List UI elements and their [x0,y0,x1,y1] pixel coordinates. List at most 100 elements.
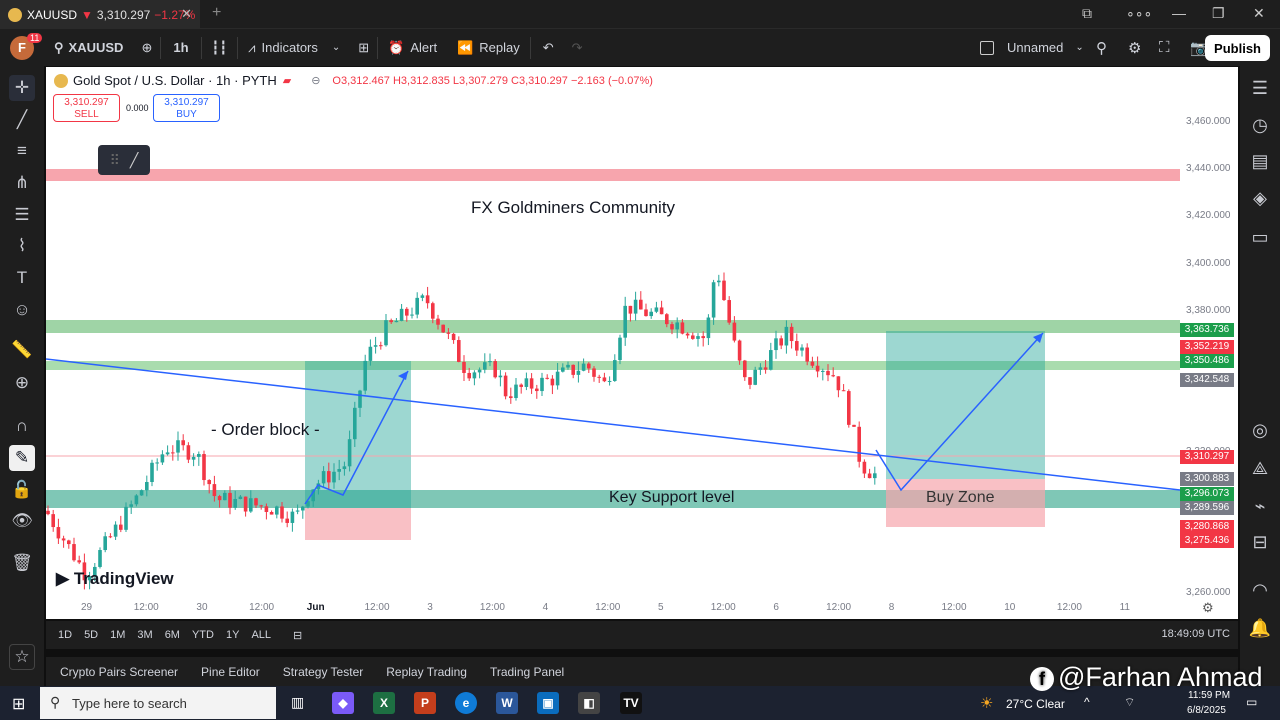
signal-icon[interactable]: ◠ [1248,578,1272,602]
order-block-annotation[interactable]: - Order block - [211,420,320,440]
chart-area[interactable]: Gold Spot / U.S. Dollar · 1h · PYTH ▰ ⊖ … [46,67,1238,619]
notification-center-icon[interactable]: ▭ [1246,695,1257,709]
horizontal-lines-icon[interactable]: ≡ [9,138,35,164]
streams-icon[interactable]: ⌁ [1248,494,1272,518]
sell-button[interactable]: 3,310.297 SELL [53,94,120,122]
ideas-icon[interactable]: ⟁ [1248,456,1272,480]
chart-type-button[interactable]: ┇┇ [202,29,238,66]
ruler-icon[interactable]: 📏 [9,337,35,363]
excel-icon[interactable]: X [373,692,395,714]
lock-icon[interactable]: 🔓 [9,477,35,503]
trash-icon[interactable]: 🗑 [9,550,35,576]
more-icon[interactable]: ∘∘∘ [1126,5,1152,22]
compare-button[interactable]: ⊕ [133,29,160,66]
period-1m[interactable]: 1M [110,629,125,641]
windows-start-icon[interactable]: ⊞ [12,694,25,714]
crosshair-icon[interactable]: ✛ [9,75,35,101]
pattern-icon[interactable]: ⌇ [9,233,35,259]
indicators-button[interactable]: ⩘ Indicators ⌄ [238,29,350,66]
date-range-icon[interactable]: ⊟ [293,629,302,642]
draw-mode-icon[interactable]: ✎ [9,445,35,471]
calendar-icon[interactable]: ⊟ [1248,530,1272,554]
candle-body [368,346,373,361]
candle-body [269,511,274,515]
buy-button[interactable]: 3,310.297 BUY [153,94,220,122]
tab-replay-trading[interactable]: Replay Trading [386,665,467,679]
period-1d[interactable]: 1D [58,629,72,641]
period-all[interactable]: ALL [251,629,271,641]
settings-icon[interactable]: ⚙ [1128,29,1141,66]
period-6m[interactable]: 6M [165,629,180,641]
chart-title-annotation[interactable]: FX Goldminers Community [471,198,675,218]
edge-icon[interactable]: e [455,692,477,714]
period-ytd[interactable]: YTD [192,629,214,641]
publish-button[interactable]: Publish [1205,35,1270,61]
target-icon[interactable]: ◎ [1248,418,1272,442]
replay-button[interactable]: ⏪ Replay [447,29,530,66]
floating-drawing-toolbar[interactable]: ⠿ ╱ [98,145,150,175]
app-icon[interactable]: ◧ [578,692,600,714]
layout-icon[interactable]: ⧉ [1082,5,1092,22]
layers-icon[interactable]: ◈ [1248,186,1272,210]
eye-icon[interactable]: 👁 [9,508,35,534]
avatar[interactable]: F 11 [0,29,44,66]
collapse-icon[interactable]: ⊖ [311,74,320,87]
new-tab-icon[interactable]: + [212,4,221,22]
candle-body [732,322,737,341]
minimize-icon[interactable]: — [1172,5,1186,21]
star-icon[interactable]: ☆ [9,644,35,670]
tab-strategy-tester[interactable]: Strategy Tester [283,665,363,679]
chat-icon[interactable]: ▭ [1248,225,1272,249]
trendline-icon[interactable]: ╱ [9,107,35,133]
taskbar-search[interactable]: ⚲ Type here to search [40,687,276,719]
network-icon[interactable]: ⌔ [1124,695,1135,710]
store-icon[interactable]: ▣ [537,692,559,714]
clock-icon[interactable]: ◷ [1248,113,1272,137]
undo-button[interactable]: ↶ [531,29,566,66]
tray-chevron-icon[interactable]: ^ [1084,695,1090,709]
candle-body [701,336,705,339]
layout-selector[interactable]: Unnamed ⌄ [980,29,1084,66]
weather-text[interactable]: 27°C Clear [1006,697,1065,711]
period-5d[interactable]: 5D [84,629,98,641]
emoji-icon[interactable]: ☺ [9,297,35,323]
taskbar-date[interactable]: 6/8/2025 [1187,705,1226,716]
period-bar: 1D 5D 1M 3M 6M YTD 1Y ALL ⊟ 18:49:09 UTC [46,621,1238,649]
close-window-icon[interactable]: ✕ [1253,5,1265,22]
alert-button[interactable]: ⏰ Alert [378,29,447,66]
symbol-search[interactable]: ⚲ XAUUSD [44,29,133,66]
bell-icon[interactable]: 🔔 [1248,616,1272,640]
task-view-icon[interactable]: ▥ [291,694,304,711]
quick-search-icon[interactable]: ⚲ [1096,29,1107,66]
copilot-icon[interactable]: ◆ [332,692,354,714]
browser-tab[interactable]: XAUUSD ▼ 3,310.297 −1.27% ✕ [0,0,200,29]
interval-button[interactable]: 1h [161,29,200,66]
magnet-icon[interactable]: ∩ [9,413,35,439]
templates-button[interactable]: ⊞ [350,29,377,66]
clock-readout[interactable]: 18:49:09 UTC [1162,628,1230,640]
axis-settings-icon[interactable]: ⚙ [1202,600,1214,616]
zoom-icon[interactable]: ⊕ [9,370,35,396]
tab-pine-editor[interactable]: Pine Editor [201,665,260,679]
fullscreen-icon[interactable]: ⛶ [1159,29,1170,66]
period-1y[interactable]: 1Y [226,629,239,641]
fib-icon[interactable]: ☰ [9,202,35,228]
tab-trading-panel[interactable]: Trading Panel [490,665,564,679]
support-annotation[interactable]: Key Support level [609,489,734,507]
tab-crypto-screener[interactable]: Crypto Pairs Screener [60,665,178,679]
redo-button[interactable]: ↷ [566,29,589,66]
maximize-icon[interactable]: ❐ [1212,5,1225,22]
buy-zone-annotation[interactable]: Buy Zone [926,489,994,507]
word-icon[interactable]: W [496,692,518,714]
candle-body [275,506,279,515]
text-icon[interactable]: T [9,265,35,291]
period-3m[interactable]: 3M [137,629,152,641]
tradingview-app-icon[interactable]: TV [620,692,642,714]
news-icon[interactable]: ▤ [1248,149,1272,173]
close-tab-icon[interactable]: ✕ [181,6,192,22]
search-icon: ⚲ [54,39,64,55]
powerpoint-icon[interactable]: P [414,692,436,714]
candle-body [77,560,81,563]
pitchfork-icon[interactable]: ⋔ [9,170,35,196]
watchlist-icon[interactable]: ☰ [1248,76,1272,100]
